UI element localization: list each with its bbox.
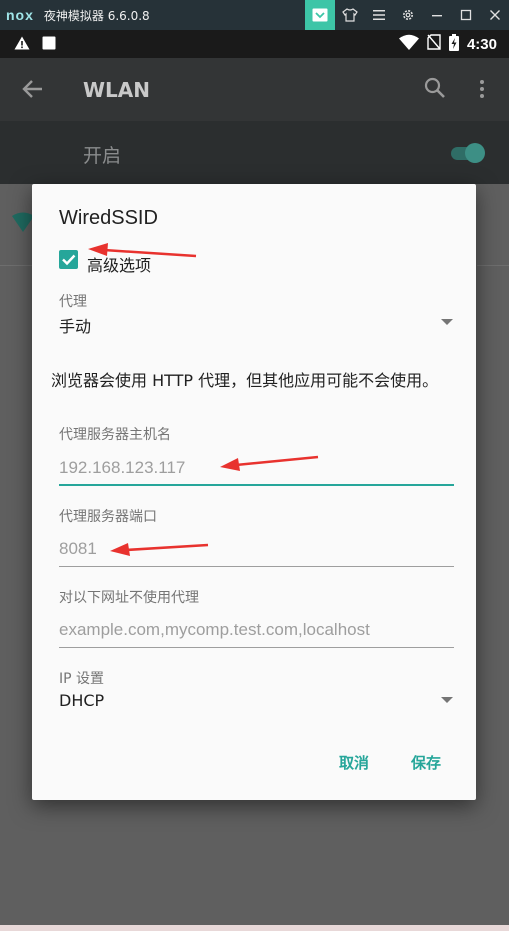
chevron-down-icon[interactable] xyxy=(441,697,453,703)
proxy-host-input[interactable] xyxy=(59,452,454,484)
close-icon[interactable] xyxy=(480,0,509,30)
wifi-config-dialog: WiredSSID 高级选项 代理 手动 浏览器会使用 HTTP 代理，但其他应… xyxy=(32,184,476,800)
battery-charging-icon xyxy=(448,33,459,55)
background-divider xyxy=(477,265,509,266)
warning-icon xyxy=(14,35,30,54)
emulator-title-bar: nox 夜神模拟器 6.6.0.8 xyxy=(0,0,509,30)
background-divider xyxy=(0,265,32,266)
chevron-down-icon[interactable] xyxy=(441,319,453,325)
proxy-warning-text: 浏览器会使用 HTTP 代理，但其他应用可能不会使用。 xyxy=(51,371,439,390)
proxy-port-input[interactable] xyxy=(59,533,454,565)
shirt-icon[interactable] xyxy=(335,0,364,30)
maximize-icon[interactable] xyxy=(451,0,480,30)
ip-settings-label: IP 设置 xyxy=(59,671,105,687)
android-status-bar: 4:30 xyxy=(0,30,509,58)
notification-icon[interactable] xyxy=(305,0,335,30)
proxy-port-field[interactable] xyxy=(59,533,454,567)
minimize-icon[interactable] xyxy=(422,0,451,30)
proxy-select[interactable]: 手动 xyxy=(59,313,91,337)
status-time: 4:30 xyxy=(466,35,497,53)
input-underline xyxy=(59,566,454,567)
wifi-signal-icon xyxy=(12,212,34,236)
search-icon[interactable] xyxy=(423,76,447,104)
emulator-toolbar xyxy=(305,0,509,30)
proxy-port-label: 代理服务器端口 xyxy=(59,509,157,525)
save-button[interactable]: 保存 xyxy=(411,752,441,773)
bypass-label: 对以下网址不使用代理 xyxy=(59,590,199,606)
wlan-switch-row: 开启 xyxy=(0,121,509,184)
input-underline xyxy=(59,647,454,648)
bypass-input[interactable] xyxy=(59,614,454,646)
wlan-toggle[interactable] xyxy=(449,140,489,170)
bypass-field[interactable] xyxy=(59,614,454,648)
dialog-title: WiredSSID xyxy=(59,207,158,229)
input-underline xyxy=(59,484,454,486)
proxy-label: 代理 xyxy=(59,294,87,310)
bottom-strip xyxy=(0,925,509,931)
advanced-options-label[interactable]: 高级选项 xyxy=(87,252,151,276)
back-arrow-icon[interactable] xyxy=(20,76,46,106)
advanced-options-checkbox[interactable] xyxy=(59,250,78,269)
cancel-button[interactable]: 取消 xyxy=(339,752,369,773)
square-icon xyxy=(42,35,56,54)
gear-icon[interactable] xyxy=(393,0,422,30)
page-title: WLAN xyxy=(83,78,151,102)
proxy-host-label: 代理服务器主机名 xyxy=(59,427,171,443)
no-sim-icon xyxy=(427,34,441,54)
ip-settings-select[interactable]: DHCP xyxy=(59,691,104,710)
menu-icon[interactable] xyxy=(364,0,393,30)
proxy-host-field[interactable] xyxy=(59,452,454,486)
wifi-icon xyxy=(398,34,419,54)
emulator-title: 夜神模拟器 6.6.0.8 xyxy=(43,8,150,23)
emulator-logo: nox xyxy=(6,7,34,23)
wlan-switch-label: 开启 xyxy=(83,145,122,167)
more-options-icon[interactable] xyxy=(475,79,489,103)
